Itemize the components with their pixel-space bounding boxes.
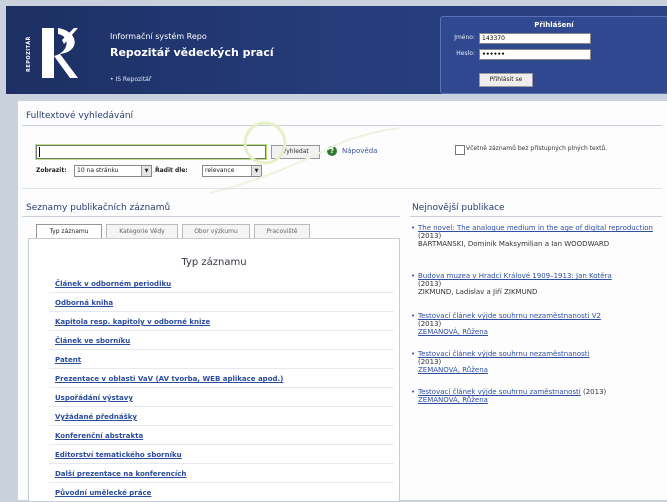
publication-title-link[interactable]: Testovací článek výjde souhrnu nezaměstn…: [418, 312, 601, 320]
list-separator: [49, 482, 394, 483]
bullet: •: [411, 350, 416, 358]
username-label: Jméno:: [454, 34, 475, 41]
login-panel: Přihlášení Jméno: 143370 Heslo: •••••• P…: [440, 16, 667, 94]
list-item[interactable]: Uspořádání výstavy: [55, 394, 133, 402]
text-caret: [39, 147, 40, 157]
login-title: Přihlášení: [534, 21, 574, 29]
repository-vertical-label: REPOZITÁŘ: [26, 36, 32, 72]
repository-logo[interactable]: [40, 26, 80, 80]
publication-authors-link[interactable]: ZEMANOVÁ, Růžena: [418, 328, 488, 336]
list-separator: [49, 406, 394, 407]
bullet: •: [411, 312, 416, 320]
list-item[interactable]: Konferenční abstrakta: [55, 432, 143, 440]
publication-title-link[interactable]: Testovací článek výjde souhrnu zaměstnan…: [418, 388, 581, 396]
list-separator: [49, 292, 394, 293]
publication-authors: BARTMANSKI, Dominik Maksymilian a Ian WO…: [418, 240, 610, 248]
repository-title[interactable]: Repozitář vědeckých prací: [110, 46, 274, 59]
publication-year: (2013): [582, 388, 607, 396]
page-size-select[interactable]: 10 na stránku ▼: [74, 165, 152, 177]
show-label: Zobrazit:: [36, 167, 67, 174]
list-item[interactable]: Původní umělecké práce: [55, 489, 151, 497]
username-field[interactable]: 143370: [479, 33, 591, 44]
chevron-down-icon: ▼: [141, 166, 151, 176]
publication-title-link[interactable]: Budova muzea v Hradci Králové 1909–1913:…: [418, 272, 612, 280]
newest-heading: Nejnovější publikace: [412, 203, 505, 213]
publication-item: • The novel: The analogue medium in the …: [411, 224, 656, 248]
list-item[interactable]: Článek ve sborníku: [55, 337, 130, 345]
lists-heading: Seznamy publikačních záznamů: [26, 203, 171, 213]
list-title: Typ záznamu: [181, 257, 247, 268]
publication-authors-link[interactable]: ZEMANOVÁ, Růžena: [418, 366, 488, 374]
publication-year: (2013): [418, 280, 442, 288]
list-item[interactable]: Vyžádané přednášky: [55, 413, 137, 421]
publication-item: • Budova muzea v Hradci Králové 1909–191…: [411, 272, 656, 296]
tab-record-type[interactable]: Typ záznamu: [36, 224, 102, 239]
list-item[interactable]: Kapitola resp. kapitoly v odborné knize: [55, 318, 210, 326]
list-separator: [49, 387, 394, 388]
search-highlight-decoration: [210, 121, 400, 194]
publication-item: • Testovací článek výjde souhrnu zaměstn…: [411, 388, 656, 404]
section-divider: [22, 188, 662, 189]
publication-item: • Testovací článek výjde souhrnu nezaměs…: [411, 312, 656, 336]
breadcrumb[interactable]: • IS Repozitář: [110, 76, 151, 83]
publication-year: (2013): [418, 358, 442, 366]
login-button[interactable]: Přihlásit se: [479, 73, 533, 87]
password-field[interactable]: ••••••: [479, 49, 591, 60]
system-name: Informační systém Repo: [110, 32, 207, 41]
list-separator: [49, 349, 394, 350]
publication-authors-link[interactable]: ZEMANOVÁ, Růžena: [418, 396, 488, 404]
list-item[interactable]: Editorství tematického sborníku: [55, 451, 182, 459]
publication-year: (2013): [418, 320, 442, 328]
site-header: REPOZITÁŘ Informační systém Repo Repozit…: [6, 6, 667, 94]
list-separator: [49, 330, 394, 331]
list-item[interactable]: Odborná kniha: [55, 299, 113, 307]
newest-heading-line: [410, 216, 662, 217]
publication-item: • Testovací článek výjde souhrnu nezaměs…: [411, 350, 656, 374]
list-separator: [49, 463, 394, 464]
bullet: •: [411, 272, 416, 280]
page-size-value: 10 na stránku: [77, 167, 119, 174]
tab-research-field[interactable]: Obor výzkumu: [182, 224, 250, 239]
list-item[interactable]: Prezentace v oblasti VaV (AV tvorba, WEB…: [55, 375, 283, 383]
tab-workplace[interactable]: Pracoviště: [254, 224, 310, 239]
fulltext-heading: Fulltextové vyhledávání: [26, 111, 134, 121]
bullet: •: [411, 388, 416, 396]
bullet: •: [411, 224, 416, 232]
tab-science-category[interactable]: Kategorie Vědy: [106, 224, 178, 239]
password-label: Heslo:: [456, 50, 475, 57]
sort-label: Řadit dle:: [155, 167, 188, 174]
publication-title-link[interactable]: The novel: The analogue medium in the ag…: [418, 224, 653, 232]
list-separator: [49, 311, 394, 312]
list-separator: [49, 368, 394, 369]
publication-year: (2013): [418, 232, 442, 240]
include-no-fulltext-checkbox[interactable]: [455, 145, 465, 155]
list-item[interactable]: Článek v odborném periodiku: [55, 280, 171, 288]
publication-authors: ZIKMUND, Ladislav a Jiří ZIKMUND: [418, 288, 538, 296]
lists-heading-line: [22, 216, 400, 217]
list-item[interactable]: Další prezentace na konferencích: [55, 470, 186, 478]
record-type-list: Typ záznamu Článek v odborném periodiku …: [28, 238, 400, 502]
include-no-fulltext-label[interactable]: Včetně záznamů bez přístupných plných te…: [466, 145, 607, 152]
list-separator: [49, 425, 394, 426]
publication-title-link[interactable]: Testovací článek výjde souhrnu nezaměstn…: [418, 350, 590, 358]
list-separator: [49, 444, 394, 445]
list-item[interactable]: Patent: [55, 356, 81, 364]
